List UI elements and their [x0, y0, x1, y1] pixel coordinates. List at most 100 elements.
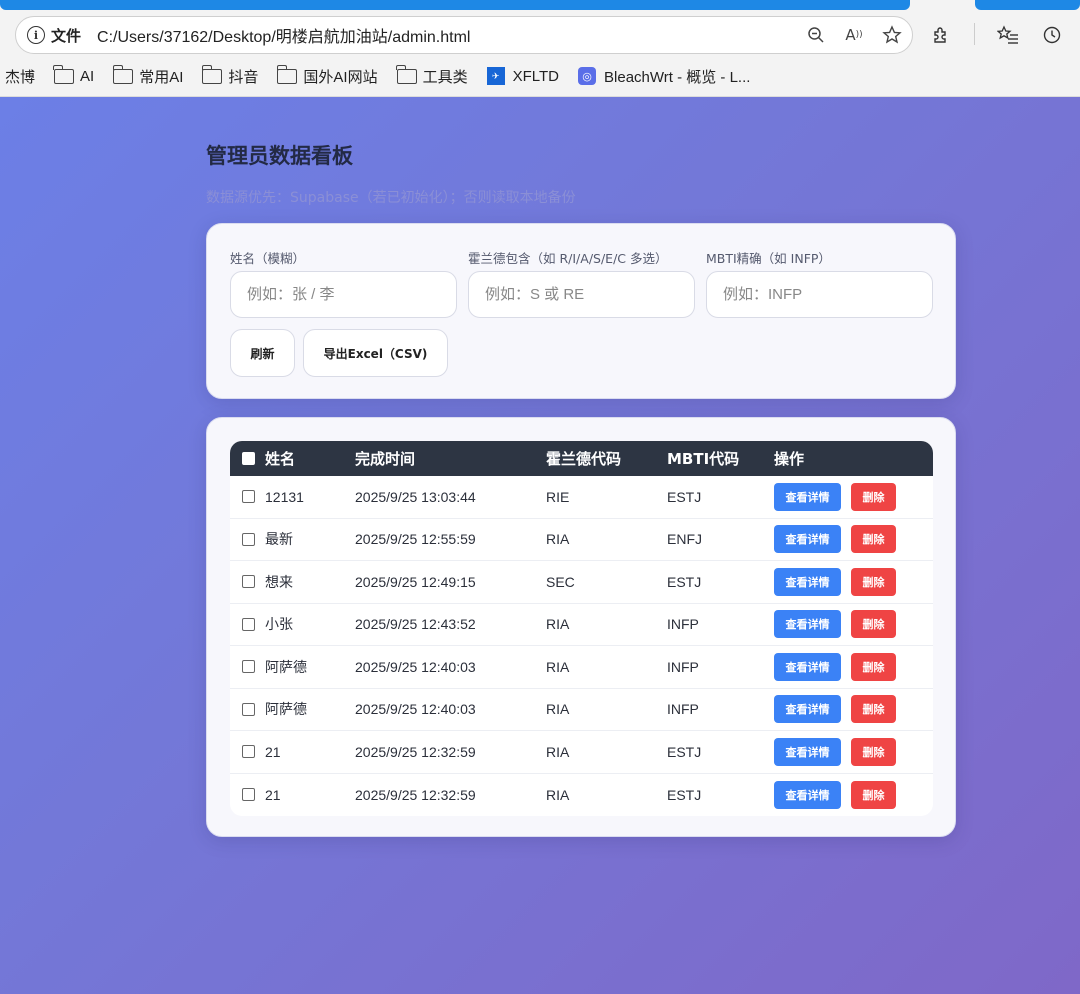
address-url[interactable]: C:/Users/37162/Desktop/明楼启航加油站/admin.htm…: [97, 23, 470, 47]
bookmark-xfltd[interactable]: ✈ XFLTD: [486, 67, 559, 85]
view-details-button[interactable]: 查看详情: [774, 482, 841, 511]
view-details-button[interactable]: 查看详情: [774, 780, 841, 809]
holland-filter-input[interactable]: [468, 271, 695, 318]
row-name: 12131: [265, 488, 304, 505]
results-card: 姓名 完成时间 霍兰德代码 MBTI代码 操作 12131 2025/9/25 …: [206, 417, 956, 837]
row-name: 小张: [265, 616, 293, 633]
row-mbti: INFP: [667, 658, 699, 675]
row-holland: SEC: [546, 573, 575, 590]
delete-button[interactable]: 删除: [851, 737, 896, 766]
bookmark-label: BleachWrt - 概览 - L...: [604, 68, 751, 86]
row-checkbox[interactable]: [242, 702, 255, 716]
history-icon[interactable]: [1041, 23, 1063, 47]
table-row: 阿萨德 2025/9/25 12:40:03 RIA INFP 查看详情 删除: [230, 689, 933, 731]
delete-button[interactable]: 删除: [851, 567, 896, 596]
table-row: 想来 2025/9/25 12:49:15 SEC ESTJ 查看详情 删除: [230, 561, 933, 604]
table-row: 小张 2025/9/25 12:43:52 RIA INFP 查看详情 删除: [230, 604, 933, 646]
browser-tab[interactable]: [975, 0, 1080, 10]
delete-button[interactable]: 删除: [851, 525, 896, 554]
row-mbti: ESTJ: [667, 573, 702, 590]
delete-button[interactable]: 删除: [851, 482, 896, 511]
address-scheme: 文件: [51, 26, 82, 45]
row-holland: RIA: [546, 743, 570, 760]
row-checkbox[interactable]: [242, 660, 255, 674]
row-name: 最新: [265, 531, 293, 548]
row-time: 2025/9/25 13:03:44: [355, 488, 476, 505]
info-icon[interactable]: i: [27, 26, 45, 44]
table-row: 12131 2025/9/25 13:03:44 RIE ESTJ 查看详情 删…: [230, 476, 933, 519]
filter-card: 姓名（模糊） 霍兰德包含（如 R/I/A/S/E/C 多选） MBTI精确（如 …: [206, 223, 956, 399]
bookmark-label: 国外AI网站: [303, 68, 378, 86]
row-time: 2025/9/25 12:32:59: [355, 743, 476, 760]
select-all-checkbox[interactable]: [242, 452, 255, 465]
row-holland: RIA: [546, 531, 570, 548]
header-actions: 操作: [774, 450, 805, 468]
table-header: 姓名 完成时间 霍兰德代码 MBTI代码 操作: [230, 441, 933, 476]
favorites-list-icon[interactable]: [997, 23, 1019, 47]
bookmark-label: 杰博: [5, 68, 36, 86]
extensions-icon[interactable]: [930, 23, 952, 47]
address-bar[interactable]: i 文件 C:/Users/37162/Desktop/明楼启航加油站/admi…: [15, 16, 913, 54]
row-checkbox[interactable]: [242, 745, 255, 759]
bookmark-folder-ai[interactable]: AI: [53, 64, 95, 85]
row-time: 2025/9/25 12:40:03: [355, 701, 476, 718]
row-time: 2025/9/25 12:32:59: [355, 786, 476, 803]
row-time: 2025/9/25 12:55:59: [355, 531, 476, 548]
folder-icon: [395, 64, 417, 84]
bleachwrt-favicon-icon: ◎: [578, 67, 597, 85]
header-name: 姓名: [265, 450, 296, 468]
header-time: 完成时间: [355, 450, 416, 468]
row-checkbox[interactable]: [242, 617, 255, 631]
row-checkbox[interactable]: [242, 575, 255, 589]
delete-button[interactable]: 删除: [851, 695, 896, 724]
folder-icon: [53, 64, 75, 84]
zoom-out-icon[interactable]: [806, 25, 826, 45]
refresh-button[interactable]: 刷新: [230, 329, 295, 377]
bookmark-label: AI: [80, 67, 95, 85]
bookmark-bleachwrt[interactable]: ◎ BleachWrt - 概览 - L...: [578, 66, 750, 87]
bookmark-folder-foreign-ai[interactable]: 国外AI网站: [276, 64, 378, 87]
table-row: 21 2025/9/25 12:32:59 RIA ESTJ 查看详情 删除: [230, 774, 933, 817]
favorite-star-icon[interactable]: [882, 25, 902, 45]
delete-button[interactable]: 删除: [851, 610, 896, 639]
row-checkbox[interactable]: [242, 532, 255, 546]
name-filter-input[interactable]: [230, 271, 457, 318]
bookmark-folder-common-ai[interactable]: 常用AI: [112, 64, 183, 87]
delete-button[interactable]: 删除: [851, 780, 896, 809]
browser-chrome: i 文件 C:/Users/37162/Desktop/明楼启航加油站/admi…: [0, 0, 1080, 97]
bookmarks-bar: 杰博 AI 常用AI 抖音 国外AI网站 工具类 ✈ XFLTD ◎ Bleac…: [0, 62, 769, 90]
row-mbti: ESTJ: [667, 786, 702, 803]
view-details-button[interactable]: 查看详情: [774, 737, 841, 766]
view-details-button[interactable]: 查看详情: [774, 652, 841, 681]
row-mbti: ESTJ: [667, 743, 702, 760]
read-aloud-icon[interactable]: A)): [844, 25, 864, 45]
folder-icon: [112, 64, 134, 84]
row-name: 阿萨德: [265, 658, 307, 675]
row-name: 21: [265, 743, 281, 760]
name-filter-label: 姓名（模糊）: [230, 251, 306, 266]
results-table: 姓名 完成时间 霍兰德代码 MBTI代码 操作 12131 2025/9/25 …: [230, 441, 933, 816]
row-holland: RIA: [546, 658, 570, 675]
mbti-filter-input[interactable]: [706, 271, 933, 318]
row-mbti: INFP: [667, 701, 699, 718]
delete-button[interactable]: 删除: [851, 652, 896, 681]
row-checkbox[interactable]: [242, 490, 255, 504]
bookmark-folder-tools[interactable]: 工具类: [395, 64, 468, 87]
holland-filter-label: 霍兰德包含（如 R/I/A/S/E/C 多选）: [468, 251, 668, 266]
browser-tab-strip[interactable]: [0, 0, 910, 10]
bookmark-folder-douyin[interactable]: 抖音: [201, 64, 259, 87]
admin-page: 管理员数据看板 数据源优先：Supabase（若已初始化）；否则读取本地备份 姓…: [0, 97, 1080, 994]
bookmark-label: 抖音: [228, 68, 259, 86]
row-holland: RIA: [546, 616, 570, 633]
row-name: 阿萨德: [265, 701, 307, 718]
view-details-button[interactable]: 查看详情: [774, 525, 841, 554]
view-details-button[interactable]: 查看详情: [774, 567, 841, 596]
view-details-button[interactable]: 查看详情: [774, 695, 841, 724]
table-row: 最新 2025/9/25 12:55:59 RIA ENFJ 查看详情 删除: [230, 519, 933, 561]
export-csv-button[interactable]: 导出Excel（CSV): [303, 329, 448, 377]
row-time: 2025/9/25 12:40:03: [355, 658, 476, 675]
bookmark-jiebo[interactable]: 杰博: [5, 66, 35, 87]
view-details-button[interactable]: 查看详情: [774, 610, 841, 639]
xfltd-favicon-icon: ✈: [486, 67, 505, 85]
row-checkbox[interactable]: [242, 788, 255, 802]
